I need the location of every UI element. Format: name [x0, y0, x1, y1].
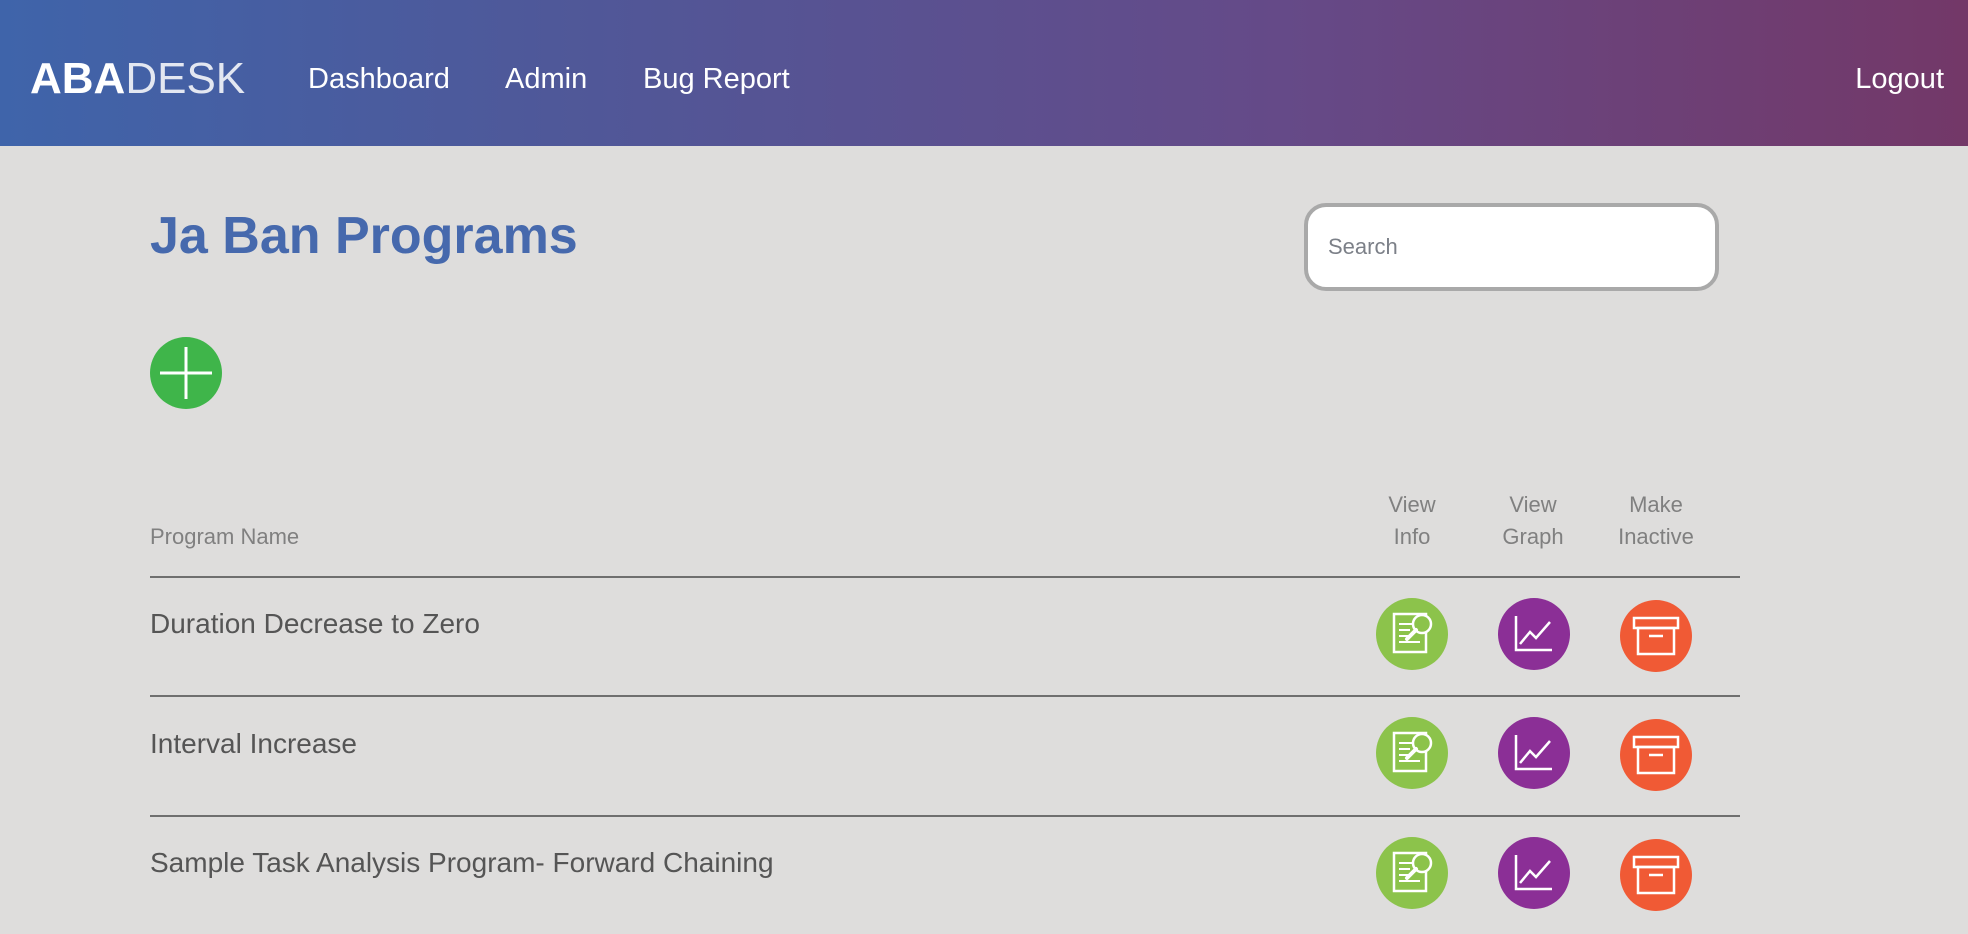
column-header-view-info-line2: Info [1393, 524, 1431, 549]
brand-logo[interactable]: ABADESK [30, 56, 245, 102]
nav-logout-link[interactable]: Logout [1855, 60, 1944, 98]
view-info-button-row-2[interactable] [1376, 717, 1448, 789]
column-header-view-graph-line1: View [1509, 492, 1557, 517]
table-divider [150, 695, 1740, 697]
view-graph-button-row-2[interactable] [1498, 717, 1570, 789]
column-header-make-inactive-line2: Inactive [1618, 524, 1694, 549]
page-title: Ja Ban Programs [150, 207, 578, 265]
line-chart-icon [1514, 616, 1552, 652]
column-header-view-info: View Info [1376, 489, 1448, 553]
view-info-button-row-1[interactable] [1376, 598, 1448, 670]
column-header-program-name: Program Name [150, 524, 300, 549]
program-name-row-1[interactable]: Duration Decrease to Zero [150, 606, 480, 642]
view-graph-button-row-1[interactable] [1498, 598, 1570, 670]
nav-dashboard-link[interactable]: Dashboard [308, 60, 450, 98]
table-divider [150, 815, 1740, 817]
make-inactive-button-row-1[interactable] [1620, 600, 1692, 672]
program-name-row-2[interactable]: Interval Increase [150, 726, 357, 762]
nav-admin-link[interactable]: Admin [505, 60, 587, 98]
column-header-view-info-line1: View [1388, 492, 1436, 517]
search-input[interactable] [1304, 203, 1719, 291]
brand-logo-part2: DESK [125, 54, 246, 103]
column-header-make-inactive-line1: Make [1629, 492, 1683, 517]
plus-icon [160, 347, 212, 399]
archive-box-icon [1632, 735, 1680, 775]
column-header-view-graph-line2: Graph [1502, 524, 1564, 549]
column-header-make-inactive: Make Inactive [1606, 489, 1706, 553]
archive-box-icon [1632, 855, 1680, 895]
archive-box-icon [1632, 616, 1680, 656]
make-inactive-button-row-2[interactable] [1620, 719, 1692, 791]
line-chart-icon [1514, 855, 1552, 891]
table-divider [150, 576, 1740, 578]
top-navbar: ABADESK Dashboard Admin Bug Report Logou… [0, 0, 1968, 146]
program-name-row-3[interactable]: Sample Task Analysis Program- Forward Ch… [150, 845, 774, 881]
document-search-icon [1392, 612, 1433, 654]
make-inactive-button-row-3[interactable] [1620, 839, 1692, 911]
view-info-button-row-3[interactable] [1376, 837, 1448, 909]
document-search-icon [1392, 731, 1433, 773]
view-graph-button-row-3[interactable] [1498, 837, 1570, 909]
column-header-view-graph: View Graph [1497, 489, 1569, 553]
line-chart-icon [1514, 735, 1552, 771]
document-search-icon [1392, 851, 1433, 893]
add-program-button[interactable] [150, 337, 222, 409]
nav-bug-report-link[interactable]: Bug Report [643, 60, 790, 98]
brand-logo-part1: ABA [30, 54, 126, 103]
